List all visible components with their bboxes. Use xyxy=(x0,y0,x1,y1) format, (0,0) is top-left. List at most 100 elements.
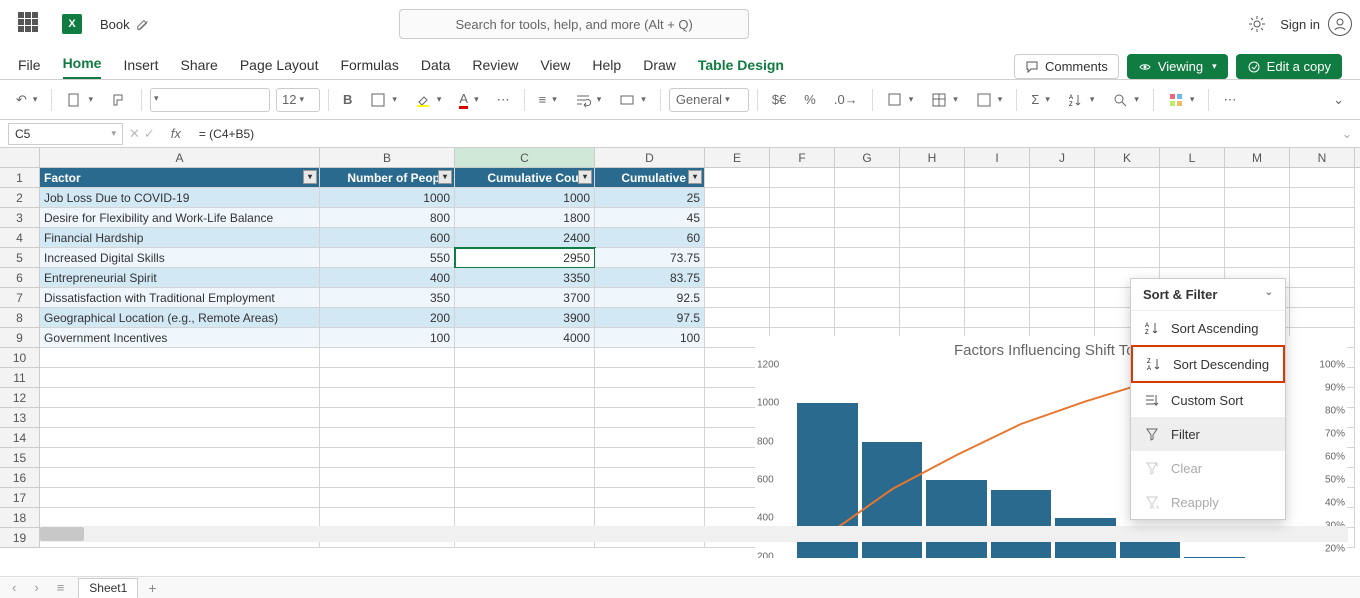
cell[interactable] xyxy=(900,248,965,268)
cell[interactable]: 350 xyxy=(320,288,455,308)
sort-descending-item[interactable]: ZASort Descending xyxy=(1131,345,1285,383)
cell[interactable] xyxy=(1030,168,1095,188)
cell[interactable] xyxy=(1160,208,1225,228)
tab-file[interactable]: File xyxy=(18,57,41,79)
cell[interactable]: Cumulative Count▾ xyxy=(455,168,595,188)
cell[interactable] xyxy=(770,188,835,208)
cell[interactable] xyxy=(705,308,770,328)
edit-copy-button[interactable]: Edit a copy xyxy=(1236,54,1342,79)
tab-review[interactable]: Review xyxy=(472,57,518,79)
tab-insert[interactable]: Insert xyxy=(123,57,158,79)
cell[interactable]: 3350 xyxy=(455,268,595,288)
cell[interactable] xyxy=(455,468,595,488)
undo-button[interactable]: ↶ xyxy=(10,88,43,112)
cell[interactable]: 2950 xyxy=(455,248,595,268)
cell[interactable]: 2400 xyxy=(455,228,595,248)
cell[interactable] xyxy=(1225,228,1290,248)
more-button[interactable]: ⋯ xyxy=(1217,88,1242,112)
cell[interactable]: 800 xyxy=(320,208,455,228)
cell[interactable] xyxy=(455,448,595,468)
filter-item[interactable]: Filter xyxy=(1131,417,1285,451)
cell[interactable] xyxy=(40,468,320,488)
cell[interactable] xyxy=(705,188,770,208)
col-header-J[interactable]: J xyxy=(1030,148,1095,167)
cell[interactable] xyxy=(40,488,320,508)
cell[interactable] xyxy=(1290,228,1355,248)
cell[interactable] xyxy=(40,388,320,408)
cell[interactable] xyxy=(320,488,455,508)
cell[interactable] xyxy=(320,388,455,408)
row-header[interactable]: 5 xyxy=(0,248,40,268)
cell[interactable] xyxy=(455,428,595,448)
autosum-button[interactable]: Σ xyxy=(1025,88,1056,111)
cell[interactable] xyxy=(835,248,900,268)
cell[interactable] xyxy=(965,168,1030,188)
cell[interactable] xyxy=(1095,168,1160,188)
cell[interactable] xyxy=(40,428,320,448)
col-header-D[interactable]: D xyxy=(595,148,705,167)
cell[interactable]: Factor▾ xyxy=(40,168,320,188)
cell[interactable] xyxy=(1225,208,1290,228)
paste-button[interactable] xyxy=(60,88,99,112)
cell[interactable] xyxy=(40,408,320,428)
viewing-button[interactable]: Viewing xyxy=(1127,54,1228,79)
wrap-text-button[interactable] xyxy=(569,88,608,112)
cell[interactable]: 1800 xyxy=(455,208,595,228)
borders-button[interactable] xyxy=(364,88,403,112)
cell[interactable] xyxy=(1290,268,1355,288)
sheet-tab[interactable]: Sheet1 xyxy=(78,578,138,598)
app-launcher-icon[interactable] xyxy=(18,12,42,36)
cell[interactable]: 400 xyxy=(320,268,455,288)
col-header-C[interactable]: C xyxy=(455,148,595,167)
cell[interactable] xyxy=(770,168,835,188)
col-header-G[interactable]: G xyxy=(835,148,900,167)
cell[interactable] xyxy=(455,508,595,528)
cell[interactable]: 1000 xyxy=(455,188,595,208)
cell[interactable] xyxy=(595,488,705,508)
comments-button[interactable]: Comments xyxy=(1014,54,1119,79)
sheet-nav-left[interactable]: ‹ xyxy=(8,580,20,595)
fx-icon[interactable]: fx xyxy=(161,126,191,141)
currency-button[interactable]: $€ xyxy=(766,88,792,111)
cell[interactable] xyxy=(455,368,595,388)
format-table-button[interactable] xyxy=(925,88,964,112)
cell[interactable] xyxy=(1290,208,1355,228)
collapse-ribbon-button[interactable]: ⌄ xyxy=(1327,88,1350,112)
cell[interactable] xyxy=(900,188,965,208)
cell[interactable] xyxy=(705,228,770,248)
tab-share[interactable]: Share xyxy=(180,57,217,79)
cell[interactable] xyxy=(965,288,1030,308)
merge-button[interactable] xyxy=(613,88,652,112)
cell[interactable]: 3700 xyxy=(455,288,595,308)
cell[interactable] xyxy=(320,448,455,468)
cell[interactable]: 1000 xyxy=(320,188,455,208)
cell[interactable]: 60 xyxy=(595,228,705,248)
col-header-L[interactable]: L xyxy=(1160,148,1225,167)
cell[interactable] xyxy=(705,208,770,228)
cell[interactable] xyxy=(835,168,900,188)
cell[interactable] xyxy=(1030,268,1095,288)
cell[interactable] xyxy=(455,388,595,408)
cell[interactable] xyxy=(900,228,965,248)
cell[interactable] xyxy=(455,488,595,508)
cell[interactable]: Financial Hardship xyxy=(40,228,320,248)
cell[interactable] xyxy=(1160,168,1225,188)
cell[interactable] xyxy=(705,268,770,288)
cell[interactable] xyxy=(770,308,835,328)
cell[interactable] xyxy=(1290,308,1355,328)
cell[interactable] xyxy=(1290,188,1355,208)
addins-button[interactable] xyxy=(1162,88,1201,112)
row-header[interactable]: 8 xyxy=(0,308,40,328)
cell[interactable]: Geographical Location (e.g., Remote Area… xyxy=(40,308,320,328)
cell[interactable] xyxy=(320,408,455,428)
cell[interactable] xyxy=(320,468,455,488)
cell[interactable] xyxy=(595,428,705,448)
cell[interactable] xyxy=(1030,188,1095,208)
cell[interactable] xyxy=(40,348,320,368)
cell[interactable] xyxy=(595,408,705,428)
cell[interactable] xyxy=(1225,168,1290,188)
row-header[interactable]: 11 xyxy=(0,368,40,388)
row-header[interactable]: 10 xyxy=(0,348,40,368)
more-font-button[interactable]: ⋯ xyxy=(491,88,516,112)
row-header[interactable]: 18 xyxy=(0,508,40,528)
